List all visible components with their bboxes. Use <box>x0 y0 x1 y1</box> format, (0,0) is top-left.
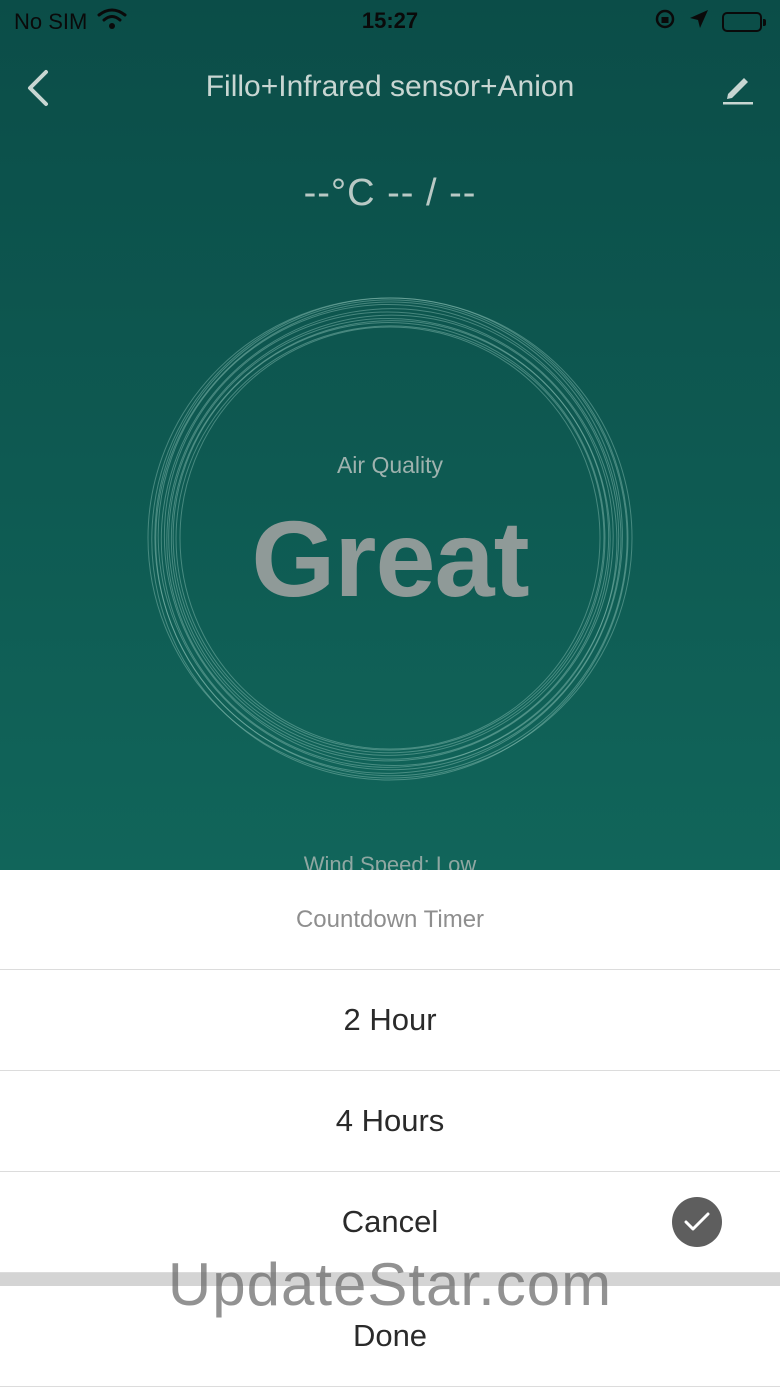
done-label: Done <box>352 1318 428 1353</box>
checkmark-icon <box>672 1197 722 1247</box>
option-4-hours[interactable]: 4 Hours <box>0 1071 780 1172</box>
status-right <box>654 8 766 36</box>
rotation-lock-icon <box>654 8 676 36</box>
sheet-title: Countdown Timer <box>0 870 780 970</box>
page-title: Fillo+Infrared sensor+Anion <box>205 70 575 103</box>
status-bar: No SIM 15:27 <box>0 0 780 44</box>
watermark: UpdateStar.com <box>167 1251 613 1318</box>
option-2-hour[interactable]: 2 Hour <box>0 970 780 1071</box>
air-quality-label: Air Quality <box>336 452 444 478</box>
battery-icon <box>722 12 766 32</box>
option-label: Cancel <box>341 1204 439 1239</box>
nav-bar: Fillo+Infrared sensor+Anion <box>0 56 780 120</box>
air-quality-value: Great <box>251 498 529 619</box>
option-label: 2 Hour <box>343 1002 437 1037</box>
edit-button[interactable] <box>716 66 760 110</box>
location-icon <box>688 8 710 36</box>
temperature-readout: --°C -- / -- <box>303 172 477 214</box>
pencil-icon <box>723 78 753 105</box>
wind-speed-label: Wind Speed: Low <box>303 852 477 870</box>
option-label: 4 Hours <box>335 1103 445 1138</box>
